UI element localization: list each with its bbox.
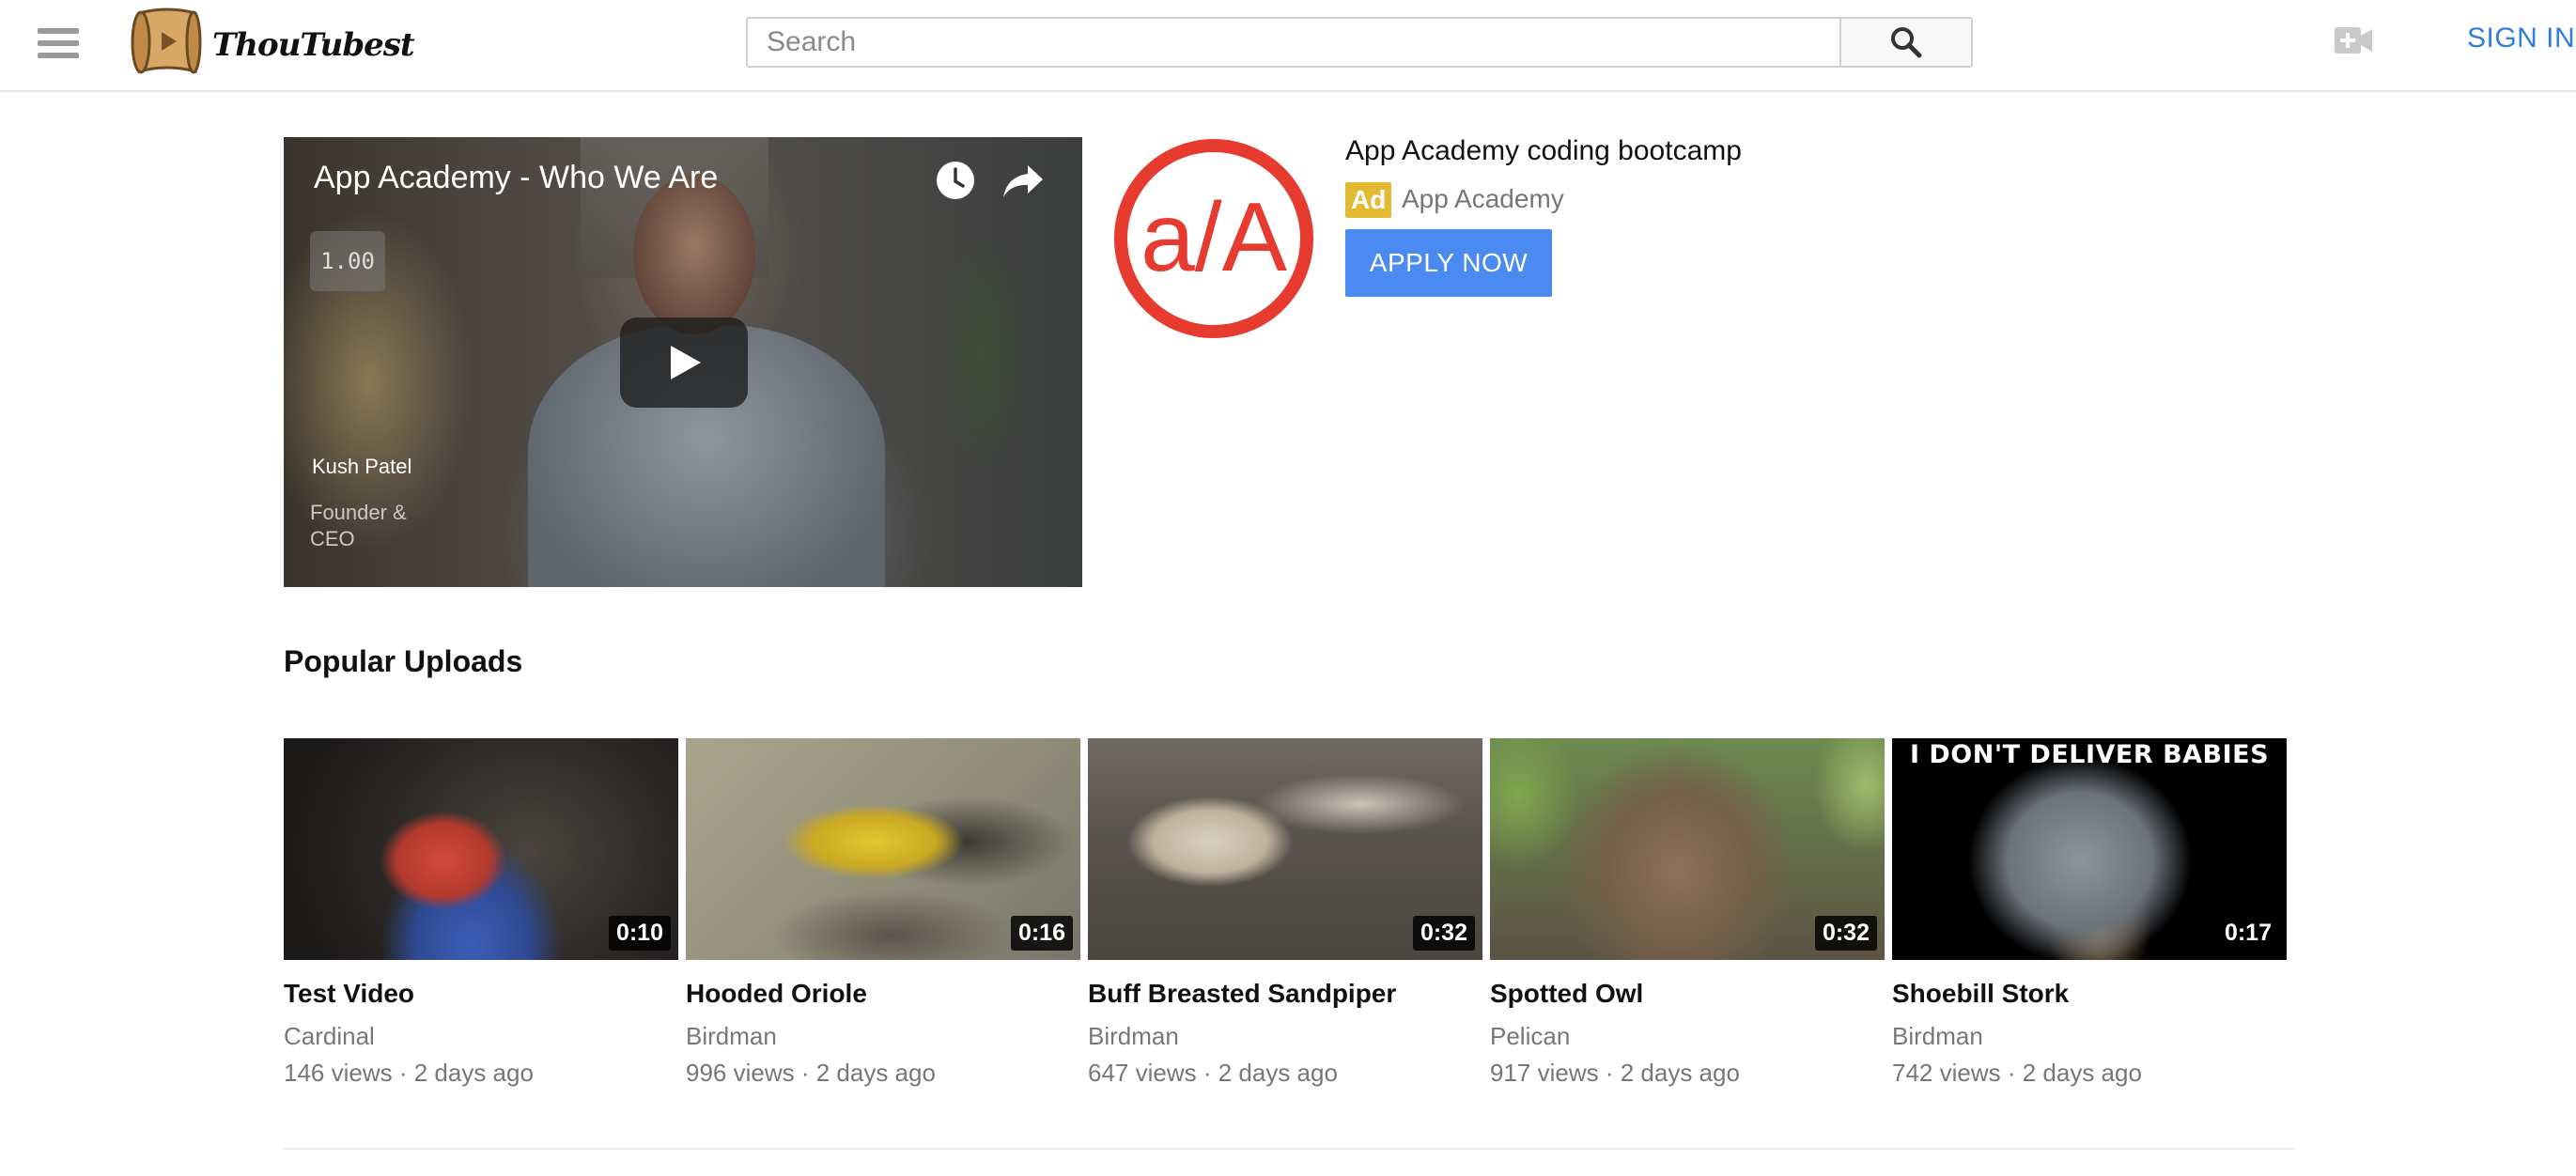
video-channel[interactable]: Cardinal [284, 1022, 678, 1051]
sign-in-link[interactable]: SIGN IN [2467, 23, 2575, 54]
video-card[interactable]: I DON'T DELIVER BABIES 0:17 Shoebill Sto… [1892, 738, 2287, 1088]
video-thumbnail[interactable]: 0:32 [1490, 738, 1885, 960]
app-name: ThouTubest [212, 26, 415, 64]
video-thumbnail[interactable]: 0:32 [1088, 738, 1482, 960]
featured-video-title[interactable]: App Academy - Who We Are [314, 160, 718, 196]
top-header: ThouTubest SIGN IN [0, 0, 2576, 92]
video-duration: 0:32 [1412, 916, 1475, 951]
video-frame-person-head [633, 175, 755, 334]
search-icon [1891, 27, 1922, 58]
speaker-role-caption: Founder & CEO [310, 501, 407, 550]
video-thumbnail[interactable]: 0:10 [284, 738, 678, 960]
watch-later-icon[interactable] [935, 160, 976, 201]
section-title: Popular Uploads [284, 644, 523, 678]
video-channel[interactable]: Birdman [1088, 1022, 1482, 1051]
speaker-name-caption: Kush Patel [312, 455, 412, 478]
video-title[interactable]: Hooded Oriole [686, 979, 1080, 1009]
video-meta: 917 views · 2 days ago [1490, 1059, 1740, 1087]
video-frame-plant [932, 231, 1035, 475]
ad-logo-text: a/A [1141, 183, 1288, 292]
ad-advertiser: App Academy [1402, 184, 1564, 213]
video-meta: 647 views · 2 days ago [1088, 1059, 1338, 1087]
share-icon[interactable] [1001, 163, 1045, 199]
video-card[interactable]: 0:10 Test Video Cardinal 146 views · 2 d… [284, 738, 678, 1088]
search-input[interactable] [746, 17, 1839, 68]
apply-now-button[interactable]: APPLY NOW [1345, 229, 1552, 297]
video-duration: 0:17 [2216, 916, 2279, 951]
ad-badge: Ad [1345, 182, 1392, 218]
featured-video-player[interactable]: App Academy - Who We Are 1.00 Kush Patel… [284, 137, 1082, 587]
video-card[interactable]: 0:32 Spotted Owl Pelican 917 views · 2 d… [1490, 738, 1885, 1088]
menu-icon[interactable] [36, 23, 81, 64]
upload-video-icon[interactable] [2334, 24, 2373, 56]
video-thumbnail[interactable]: 0:16 [686, 738, 1080, 960]
video-thumbnail[interactable]: I DON'T DELIVER BABIES 0:17 [1892, 738, 2287, 960]
video-duration: 0:32 [1814, 916, 1877, 951]
video-channel[interactable]: Birdman [1892, 1022, 2287, 1051]
video-title[interactable]: Shoebill Stork [1892, 979, 2287, 1009]
play-icon [671, 346, 701, 379]
section-divider [284, 1148, 2294, 1150]
video-title[interactable]: Test Video [284, 979, 678, 1009]
video-title[interactable]: Buff Breasted Sandpiper [1088, 979, 1482, 1009]
playback-speed-badge: 1.00 [310, 231, 385, 291]
video-title[interactable]: Spotted Owl [1490, 979, 1885, 1009]
video-meta: 996 views · 2 days ago [686, 1059, 936, 1087]
video-duration: 0:16 [1010, 916, 1073, 951]
video-channel[interactable]: Birdman [686, 1022, 1080, 1051]
search-button[interactable] [1839, 17, 1973, 68]
video-card[interactable]: 0:32 Buff Breasted Sandpiper Birdman 647… [1088, 738, 1482, 1088]
ad-logo[interactable]: a/A [1112, 137, 1315, 340]
ad-title[interactable]: App Academy coding bootcamp [1345, 135, 1742, 167]
scroll-logo-icon [131, 8, 202, 74]
video-channel[interactable]: Pelican [1490, 1022, 1885, 1051]
play-button[interactable] [620, 317, 748, 408]
thumbnail-caption: I DON'T DELIVER BABIES [1909, 740, 2270, 769]
video-duration: 0:10 [608, 916, 671, 951]
video-meta: 742 views · 2 days ago [1892, 1059, 2142, 1087]
video-meta: 146 views · 2 days ago [284, 1059, 534, 1087]
video-card[interactable]: 0:16 Hooded Oriole Birdman 996 views · 2… [686, 738, 1080, 1088]
app-logo[interactable]: ThouTubest [130, 4, 415, 86]
